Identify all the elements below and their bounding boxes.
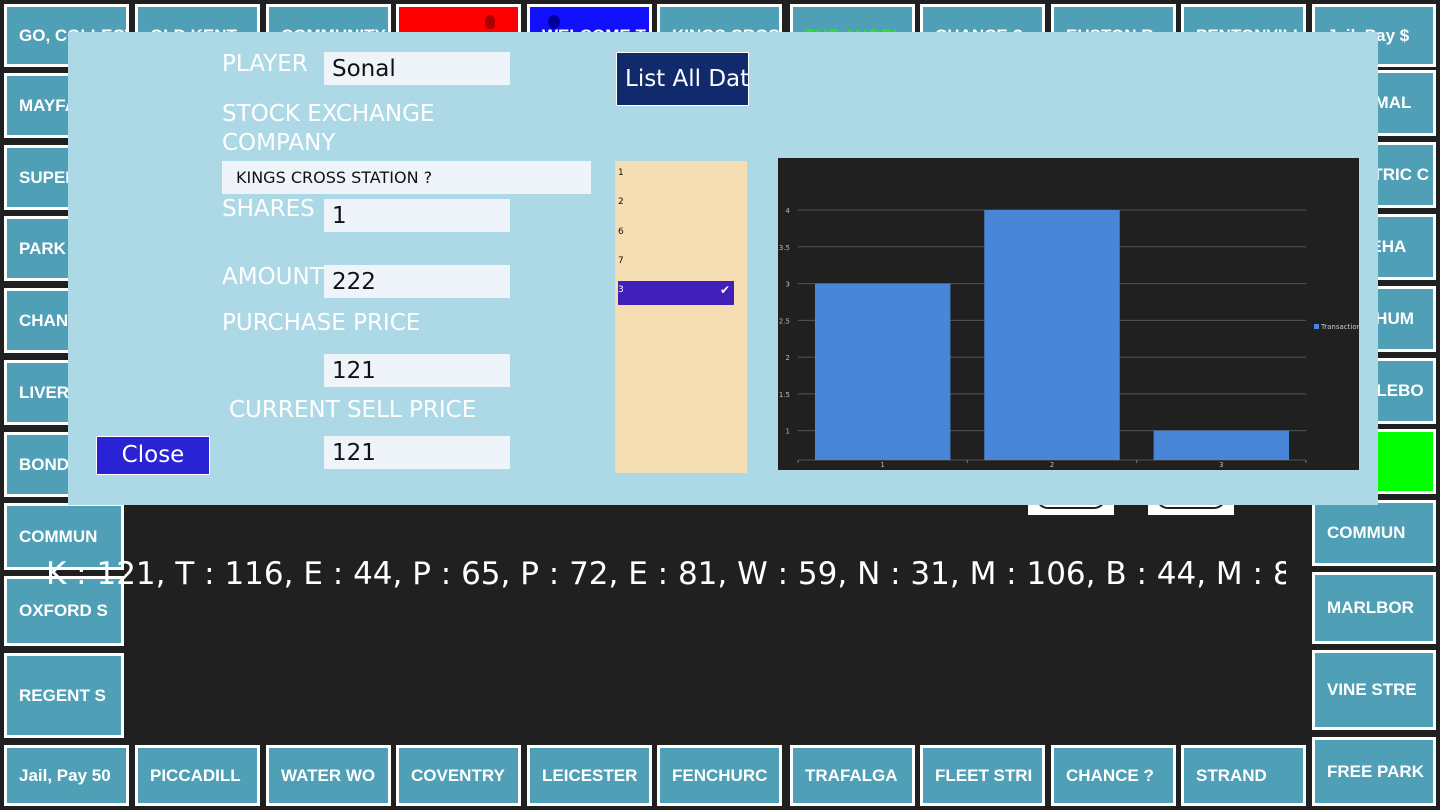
tile-label: COMMUN (1327, 523, 1406, 542)
chart-bar (984, 210, 1120, 460)
tile-label: Jail, Pay 50 (19, 765, 111, 785)
tile-label: FENCHURC (672, 765, 768, 785)
x-tick-label: 2 (1050, 461, 1054, 469)
player-token-red-icon (485, 15, 495, 29)
list-item[interactable]: 7 (618, 252, 734, 276)
list-item-label: 7 (618, 256, 624, 266)
tile-label: CHANCE ? (1066, 765, 1154, 785)
list-item-label: 3 (618, 285, 624, 295)
list-item[interactable]: 6 (618, 223, 734, 247)
y-tick-label: 3.5 (779, 244, 790, 252)
board-tile-bottom-1[interactable]: PICCADILL (135, 745, 260, 806)
close-button[interactable]: Close (96, 436, 210, 475)
y-tick-label: 1 (786, 428, 790, 436)
tile-label: FLEET STRI (935, 765, 1033, 785)
x-tick-label: 1 (880, 461, 884, 469)
chart-canvas: 1 1.5 2 2.5 3 3.5 4 1 2 3 Transactions (779, 207, 1365, 469)
board-tile-bottom-4[interactable]: LEICESTER (527, 745, 652, 806)
y-tick-label: 3 (786, 281, 790, 289)
tile-label: WATER WO (281, 765, 376, 785)
tile-label: MARLBOR (1327, 598, 1414, 617)
y-tick-label: 2.5 (779, 317, 790, 325)
company-label-line-2: COMPANY (222, 130, 336, 156)
current-sell-price-label: CURRENT SELL PRICE (229, 397, 477, 423)
player-label: PLAYER (222, 51, 308, 77)
board-tile-bottom-6[interactable]: TRAFALGA (790, 745, 915, 806)
board-tile-right-8[interactable]: VINE STRE (1312, 650, 1436, 730)
list-item-label: 1 (618, 168, 624, 178)
legend-swatch (1314, 324, 1319, 329)
list-item-label: 6 (618, 227, 624, 237)
board-tile-right-6[interactable]: COMMUN (1312, 500, 1436, 566)
player-token-blue-icon (548, 15, 560, 29)
x-tick-label: 3 (1219, 461, 1223, 469)
amount-label: AMOUNT (222, 264, 324, 290)
tile-label: OXFORD S (19, 601, 108, 620)
checkmark-icon: ✔ (719, 283, 730, 297)
board-tile-left-8[interactable]: REGENT S (4, 653, 124, 738)
list-item-selected[interactable]: 3 ✔ (618, 281, 734, 305)
board-tile-bottom-5[interactable]: FENCHURC (657, 745, 782, 806)
y-tick-label: 1.5 (779, 391, 790, 399)
purchase-price-label: PURCHASE PRICE (222, 310, 421, 336)
y-tick-label: 2 (786, 354, 790, 362)
tile-label: FREE PARK (1327, 761, 1424, 781)
list-item[interactable]: 1 (618, 164, 734, 188)
purchase-price-field[interactable]: 121 (324, 354, 510, 387)
stock-exchange-dialog: PLAYER Sonal STOCK EXCHANGE COMPANY KING… (68, 32, 1378, 505)
player-field[interactable]: Sonal (324, 52, 510, 85)
chart-bar (1153, 430, 1290, 460)
shares-label: SHARES (222, 196, 315, 222)
tile-label: REGENT S (19, 685, 106, 705)
transactions-listbox[interactable]: 1 2 6 7 3 ✔ (615, 161, 747, 473)
tile-label: LEICESTER (542, 765, 638, 785)
legend-label: Transactions (1320, 323, 1359, 331)
tile-label: TRAFALGA (805, 765, 898, 785)
transactions-chart: 1 1.5 2 2.5 3 3.5 4 1 2 3 Transactions (778, 158, 1365, 470)
amount-field[interactable]: 222 (324, 265, 510, 298)
company-select[interactable]: KINGS CROSS STATION ? (222, 161, 591, 194)
stock-price-ticker: K : 121, T : 116, E : 44, P : 65, P : 72… (46, 556, 1286, 592)
board-tile-bottom-9[interactable]: STRAND (1181, 745, 1306, 806)
list-item[interactable]: 2 (618, 193, 734, 217)
board-tile-bottom-2[interactable]: WATER WO (266, 745, 391, 806)
board-tile-right-7[interactable]: MARLBOR (1312, 572, 1436, 644)
chart-bar (814, 283, 951, 460)
list-item-label: 2 (618, 197, 624, 207)
board-tile-bottom-8[interactable]: CHANCE ? (1051, 745, 1176, 806)
board-tile-bottom-0[interactable]: Jail, Pay 50 (4, 745, 129, 806)
board-tile-bottom-3[interactable]: COVENTRY (396, 745, 521, 806)
tile-label: VINE STRE (1327, 680, 1417, 699)
board-tile-bottom-10[interactable]: FREE PARK (1312, 737, 1436, 806)
current-sell-price-field[interactable]: 121 (324, 436, 510, 469)
list-all-data-button[interactable]: List All Data (616, 52, 749, 106)
tile-label: STRAND (1196, 765, 1267, 785)
y-tick-label: 4 (786, 207, 791, 215)
company-label-line-1: STOCK EXCHANGE (222, 101, 435, 127)
shares-field[interactable]: 1 (324, 199, 510, 232)
board-tile-bottom-7[interactable]: FLEET STRI (920, 745, 1045, 806)
tile-label: COVENTRY (411, 765, 505, 785)
tile-label: PICCADILL (150, 765, 241, 785)
tile-label: COMMUN (19, 526, 98, 546)
